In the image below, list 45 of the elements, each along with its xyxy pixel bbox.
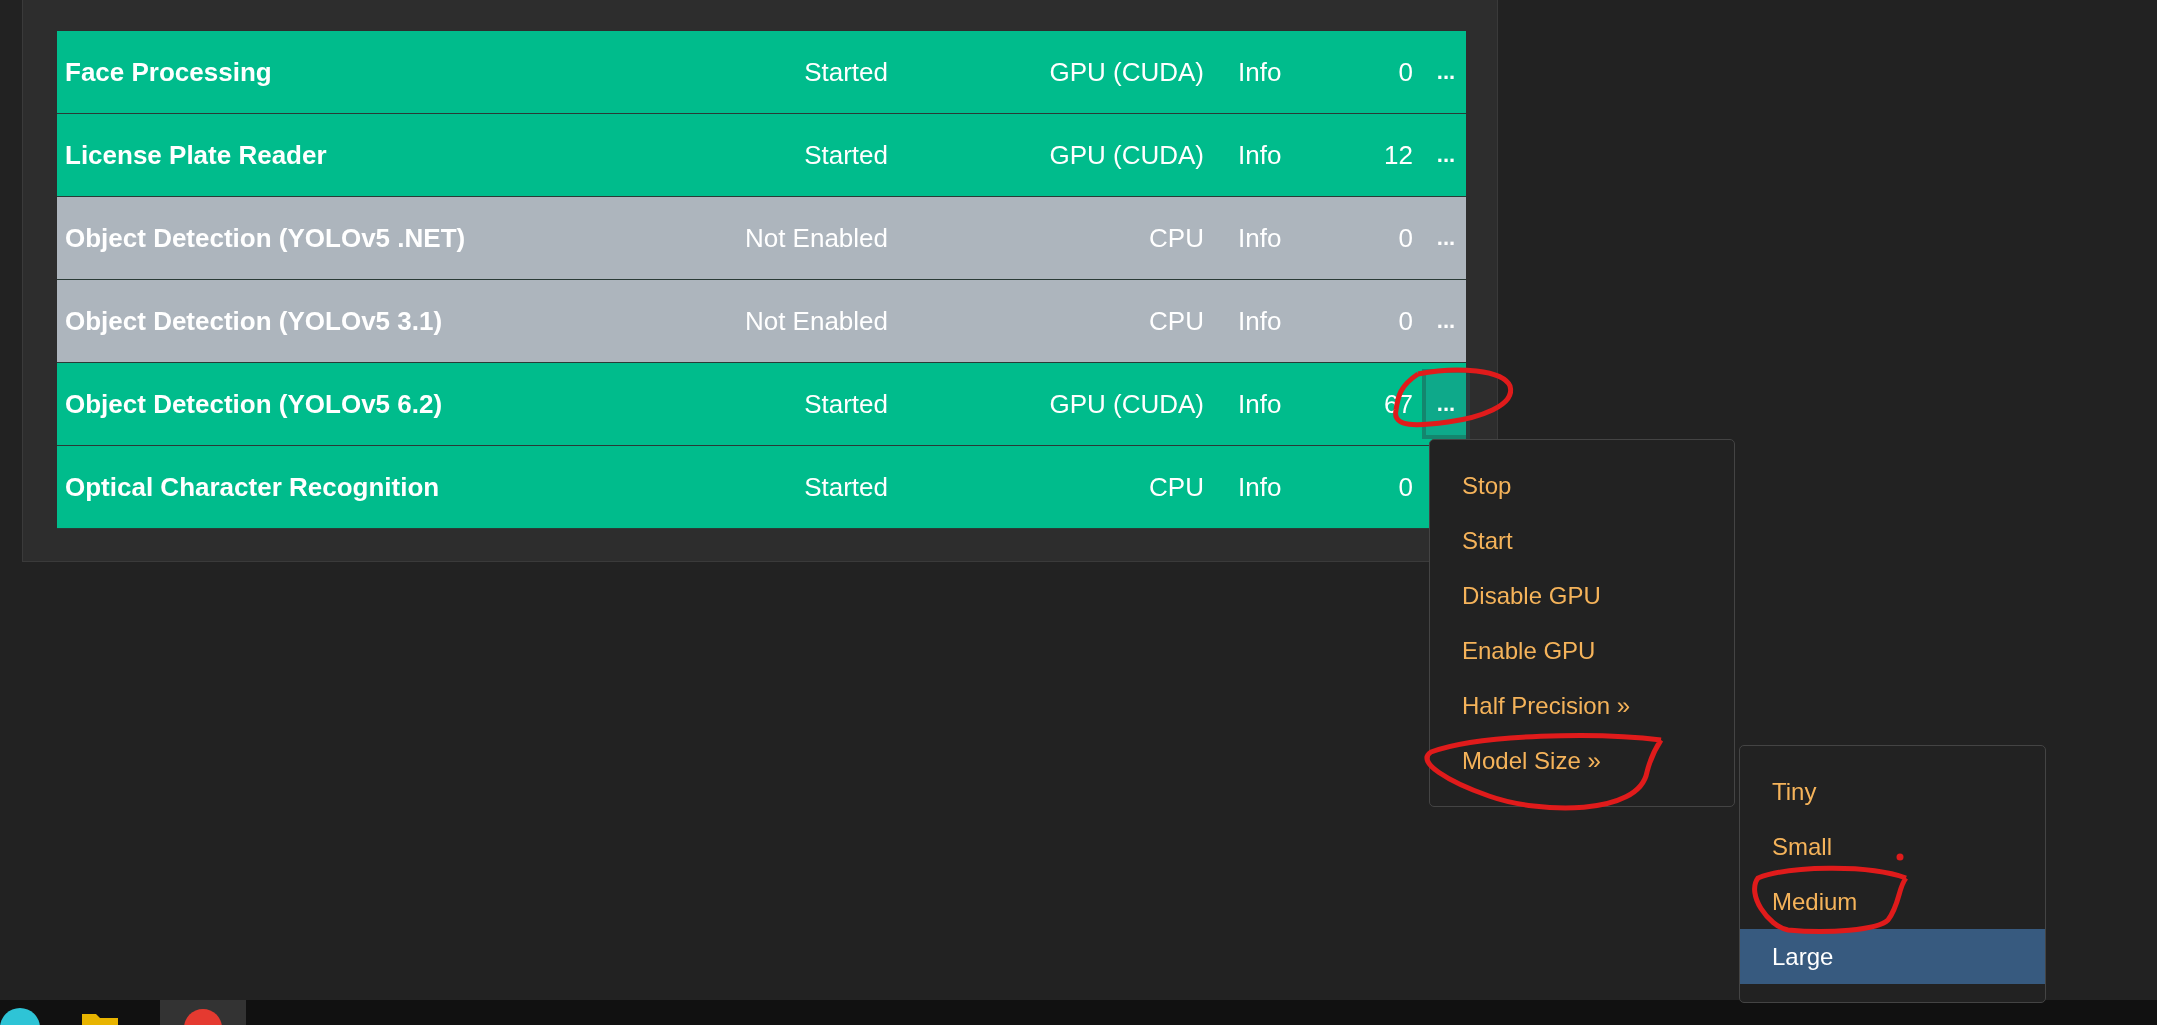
menu-item[interactable]: Tiny xyxy=(1740,764,2045,819)
module-name: Object Detection (YOLOv5 3.1) xyxy=(65,305,444,337)
request-count: 0 xyxy=(1397,56,1413,88)
processor-label: GPU (CUDA) xyxy=(1048,139,1204,171)
menu-item[interactable]: Model Size » xyxy=(1430,733,1734,788)
menu-item[interactable]: Medium xyxy=(1740,874,2045,929)
info-link[interactable]: Info xyxy=(1204,388,1330,420)
more-button[interactable]: ... xyxy=(1426,207,1466,269)
info-link[interactable]: Info xyxy=(1204,139,1330,171)
processor-label: CPU xyxy=(1148,305,1204,337)
processor-label: GPU (CUDA) xyxy=(1048,388,1204,420)
module-status: Started xyxy=(803,139,888,171)
processor-label: CPU xyxy=(1148,222,1204,254)
module-status: Not Enabled xyxy=(743,305,888,337)
request-count: 12 xyxy=(1383,139,1413,171)
annotation-dot xyxy=(1896,853,1904,861)
module-status: Started xyxy=(803,471,888,503)
menu-item[interactable]: Enable GPU xyxy=(1430,623,1734,678)
menu-item[interactable]: Start xyxy=(1430,513,1734,568)
module-name: Object Detection (YOLOv5 .NET) xyxy=(65,222,467,254)
more-button[interactable]: ... xyxy=(1426,290,1466,352)
more-button[interactable]: ... xyxy=(1426,41,1466,103)
request-count: 0 xyxy=(1397,471,1413,503)
module-status: Started xyxy=(803,56,888,88)
request-count: 0 xyxy=(1397,222,1413,254)
menu-item[interactable]: Stop xyxy=(1430,458,1734,513)
module-name: Face Processing xyxy=(65,56,273,88)
more-button[interactable]: ... xyxy=(1426,373,1466,435)
module-name: Object Detection (YOLOv5 6.2) xyxy=(65,388,444,420)
processor-label: GPU (CUDA) xyxy=(1048,56,1204,88)
module-status: Not Enabled xyxy=(743,222,888,254)
more-button[interactable]: ... xyxy=(1426,124,1466,186)
module-status: Started xyxy=(803,388,888,420)
info-link[interactable]: Info xyxy=(1204,222,1330,254)
module-name: Optical Character Recognition xyxy=(65,471,441,503)
info-link[interactable]: Info xyxy=(1204,56,1330,88)
menu-item[interactable]: Small xyxy=(1740,819,2045,874)
module-name: License Plate Reader xyxy=(65,139,328,171)
processor-label: CPU xyxy=(1148,471,1204,503)
info-link[interactable]: Info xyxy=(1204,305,1330,337)
menu-item[interactable]: Half Precision » xyxy=(1430,678,1734,733)
menu-item[interactable]: Disable GPU xyxy=(1430,568,1734,623)
request-count: 0 xyxy=(1397,305,1413,337)
info-link[interactable]: Info xyxy=(1204,471,1330,503)
menu-item[interactable]: Large xyxy=(1740,929,2045,984)
